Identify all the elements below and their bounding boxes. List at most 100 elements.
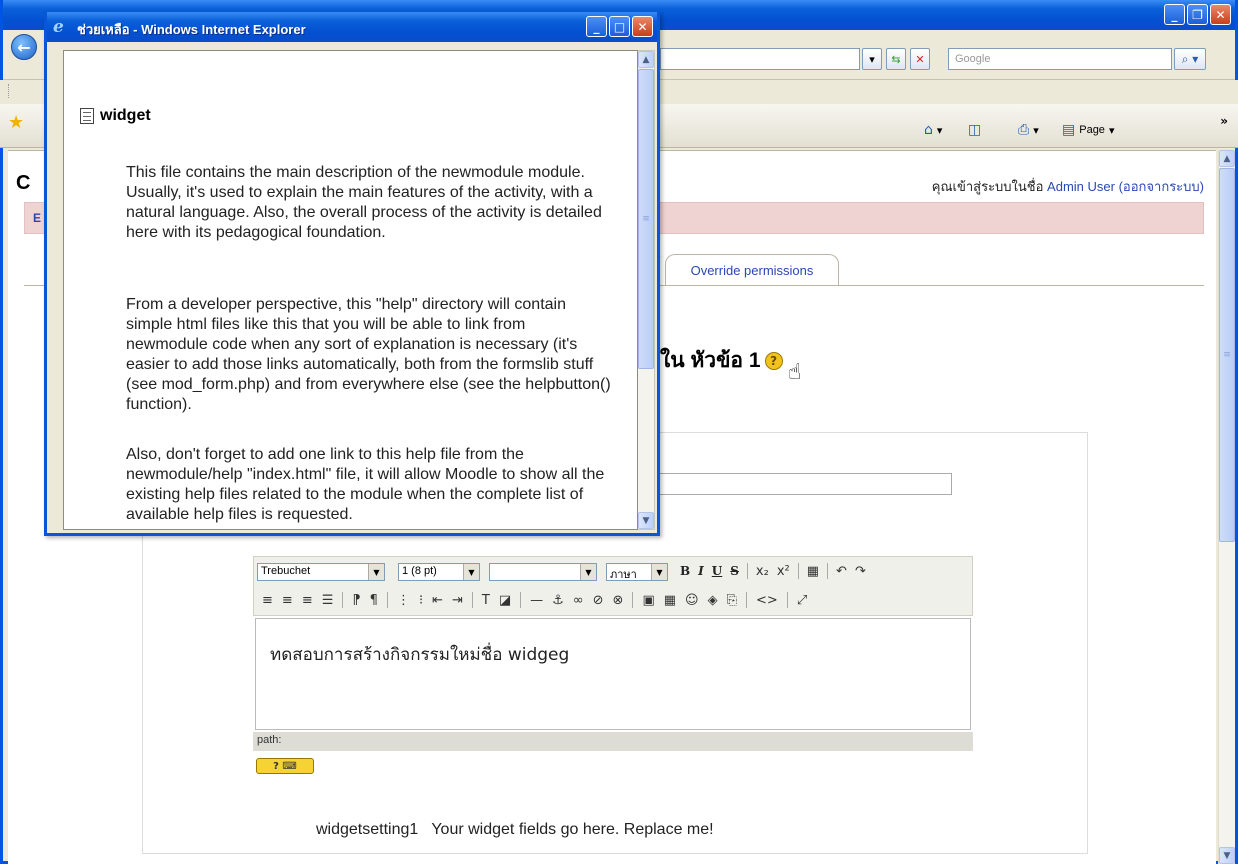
help-icon[interactable]: ? [764, 351, 783, 370]
underline-icon[interactable]: U [712, 564, 722, 578]
align-center-icon[interactable]: ≡ [282, 593, 293, 608]
align-right-icon[interactable]: ≡ [302, 593, 313, 608]
bold-icon[interactable]: B [680, 564, 690, 578]
more-tools-chevron-icon[interactable]: » [1220, 114, 1228, 128]
help-scroll-down-icon[interactable]: ▼ [638, 512, 654, 529]
page-menu-button[interactable]: ▤ Page ▾ [1062, 122, 1114, 138]
nolink-icon[interactable]: ⊗ [613, 593, 624, 608]
page-scrollbar[interactable]: ▲ ≡ ▼ [1218, 150, 1235, 864]
ie-logo-icon: e [53, 17, 64, 37]
search-icon[interactable]: ⌕ ▾ [1174, 48, 1206, 70]
toolbar-grip [8, 84, 18, 98]
logout-link[interactable]: (ออกจากระบบ) [1119, 179, 1204, 194]
home-icon: ⌂ [924, 122, 933, 138]
superscript-icon[interactable]: x² [777, 564, 790, 579]
help-paragraph-2: From a developer perspective, this "help… [126, 296, 611, 413]
language-value: ภาษา [610, 569, 637, 581]
address-bar[interactable] [660, 48, 860, 70]
help-popup-title-bar[interactable]: e ช่วยเหลือ - Windows Internet Explorer … [47, 12, 657, 42]
close-button[interactable]: ✕ [1210, 4, 1231, 25]
italic-icon[interactable]: I [698, 564, 704, 578]
paste-word-icon[interactable]: ▦ [807, 564, 819, 579]
help-heading-text: widget [100, 107, 151, 124]
editor-icons-row: ≡ ≡ ≡ ☰ ⁋ ¶ ⋮ ⁝ ⇤ ⇥ T ◪ — ⚓ ∞ ⊘ ⊗ ▣ ▦ ☺ … [262, 592, 807, 608]
indent-icon[interactable]: ⇥ [452, 593, 463, 608]
scroll-up-icon[interactable]: ▲ [1219, 150, 1235, 167]
print-button[interactable]: ⎙ ▾ [1018, 122, 1039, 138]
breadcrumb-link[interactable]: E [33, 211, 41, 225]
adding-heading-text: ใน หัวข้อ 1 [660, 349, 761, 372]
chevron-down-icon: ▼ [580, 564, 596, 580]
font-family-value: Trebuchet [261, 565, 311, 577]
font-family-select[interactable]: Trebuchet ▼ [257, 563, 385, 581]
stop-icon[interactable]: ✕ [910, 48, 930, 70]
help-paragraph-3: Also, don't forget to add one link to th… [126, 446, 605, 523]
chevron-down-icon: ▼ [651, 564, 667, 580]
help-scroll-up-icon[interactable]: ▲ [638, 51, 654, 68]
html-source-icon[interactable]: <> [756, 593, 778, 608]
chevron-down-icon: ▼ [368, 564, 384, 580]
help-popup-title: ช่วยเหลือ - Windows Internet Explorer [77, 22, 306, 37]
editor-textarea[interactable]: ทดสอบการสร้างกิจกรรมใหม่ชื่อ widgeg [255, 618, 971, 730]
scroll-thumb[interactable]: ≡ [1219, 168, 1235, 542]
tab-override-permissions[interactable]: Override permissions [665, 254, 839, 286]
login-info: คุณเข้าสู่ระบบในชื่อ Admin User (ออกจากร… [932, 176, 1204, 197]
editor-help-keyboard-icon[interactable]: ? ⌨ [256, 758, 314, 774]
name-field[interactable] [640, 473, 952, 495]
table-icon[interactable]: ▦ [664, 593, 676, 608]
login-prefix: คุณเข้าสู่ระบบในชื่อ [931, 179, 1048, 194]
undo-icon[interactable]: ↶ [836, 564, 847, 579]
subscript-icon[interactable]: x₂ [756, 564, 769, 579]
search-replace-icon[interactable]: ⎘ [727, 593, 737, 608]
font-size-select[interactable]: 1 (8 pt) ▼ [398, 563, 480, 581]
link-icon[interactable]: ∞ [573, 593, 584, 608]
fullscreen-icon[interactable]: ⤢ [797, 593, 807, 608]
editor-content[interactable]: ทดสอบการสร้างกิจกรรมใหม่ชื่อ widgeg [270, 641, 569, 668]
refresh-icon[interactable]: ⇆ [886, 48, 906, 70]
help-popup-window: e ช่วยเหลือ - Windows Internet Explorer … [44, 12, 660, 536]
restore-button[interactable]: ❐ [1187, 4, 1208, 25]
home-button[interactable]: ⌂ ▾ [924, 122, 942, 138]
language-select[interactable]: ภาษา ▼ [606, 563, 668, 581]
adding-heading: ใน หัวข้อ 1 ? [660, 344, 783, 377]
popup-close-button[interactable]: ✕ [632, 16, 653, 37]
address-dropdown-icon[interactable]: ▾ [862, 48, 882, 70]
image-icon[interactable]: ▣ [642, 593, 654, 608]
help-heading: widget [80, 107, 151, 125]
feeds-icon: ◫ [968, 122, 982, 138]
feeds-button[interactable]: ◫ [968, 122, 981, 138]
bg-color-icon[interactable]: ◪ [499, 593, 511, 608]
back-icon[interactable]: ← [11, 34, 37, 60]
widget-setting-label: widgetsetting1 [316, 821, 419, 838]
anchor-icon[interactable]: ⚓ [552, 593, 564, 608]
widget-setting-row: widgetsetting1 Your widget fields go her… [316, 821, 714, 839]
user-link[interactable]: Admin User [1047, 179, 1115, 194]
scroll-down-icon[interactable]: ▼ [1219, 847, 1235, 864]
widget-setting-text: Your widget fields go here. Replace me! [431, 821, 714, 838]
print-icon: ⎙ [1018, 122, 1030, 138]
redo-icon[interactable]: ↷ [855, 564, 866, 579]
popup-minimize-button[interactable]: _ [586, 16, 607, 37]
horizontal-rule-icon[interactable]: — [530, 593, 543, 608]
rtl-icon[interactable]: ¶ [370, 593, 378, 608]
format-select[interactable]: ▼ [489, 563, 597, 581]
special-char-icon[interactable]: ◈ [708, 593, 718, 608]
favorites-star-icon[interactable]: ★ [8, 112, 24, 133]
page-menu-label: Page [1079, 124, 1105, 136]
text-color-icon[interactable]: T [482, 593, 490, 608]
help-scroll-thumb[interactable]: ≡ [638, 69, 654, 369]
hand-cursor-icon: ☝ [788, 360, 802, 385]
smiley-icon[interactable]: ☺ [685, 593, 699, 608]
ltr-icon[interactable]: ⁋ [352, 593, 360, 608]
justify-icon[interactable]: ☰ [322, 593, 334, 608]
ordered-list-icon[interactable]: ⋮ [397, 593, 410, 608]
outdent-icon[interactable]: ⇤ [432, 593, 443, 608]
align-left-icon[interactable]: ≡ [262, 593, 273, 608]
help-scrollbar[interactable]: ▲ ≡ ▼ [638, 50, 655, 530]
search-input[interactable]: Google [948, 48, 1172, 70]
strikethrough-icon[interactable]: S [730, 564, 739, 578]
unordered-list-icon[interactable]: ⁝ [419, 593, 423, 608]
minimize-button[interactable]: _ [1164, 4, 1185, 25]
popup-maximize-button[interactable]: □ [609, 16, 630, 37]
unlink-icon[interactable]: ⊘ [593, 593, 604, 608]
